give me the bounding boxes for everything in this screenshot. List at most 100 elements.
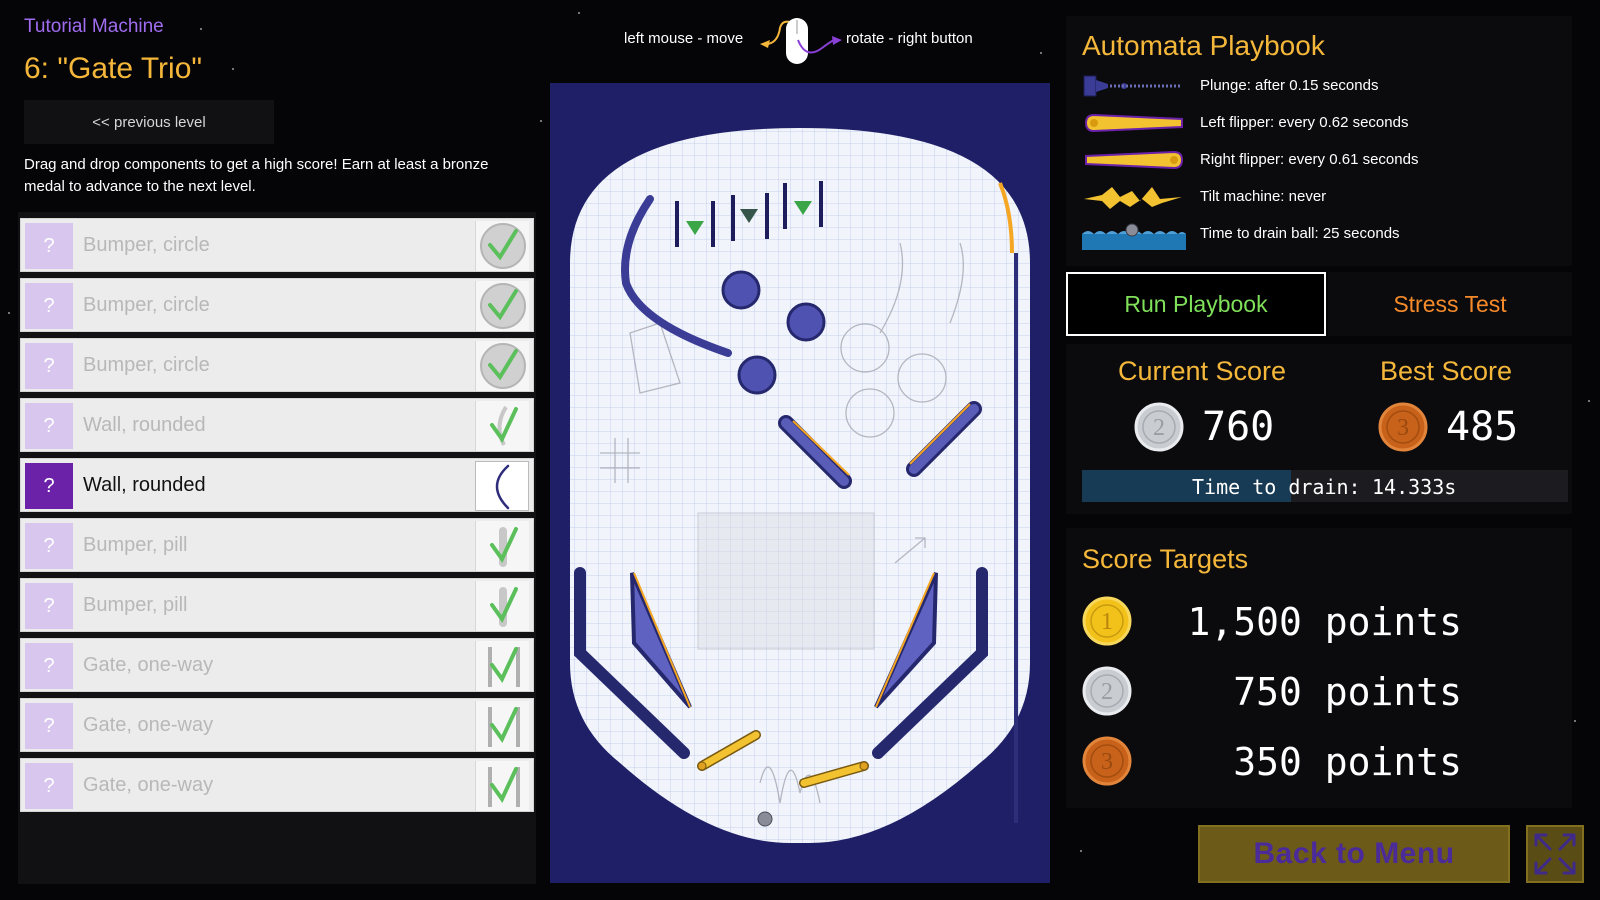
component-question-icon: ? (25, 763, 73, 809)
target-points: 350 points (1233, 740, 1462, 784)
automata-playbook: Automata Playbook Plunge: after 0.15 sec… (1066, 16, 1572, 266)
target-row-gold: 1 1,500 points (1082, 594, 1562, 648)
component-question-icon: ? (25, 703, 73, 749)
component-item[interactable]: ? Gate, one-way (20, 758, 534, 812)
score-targets-panel: Score Targets 1 1,500 points 2 750 point… (1066, 528, 1572, 808)
stress-test-button[interactable]: Stress Test (1328, 272, 1572, 336)
circle-bumper[interactable] (786, 302, 826, 342)
run-playbook-button[interactable]: Run Playbook (1066, 272, 1326, 336)
fullscreen-button[interactable] (1526, 825, 1584, 883)
component-item[interactable]: ? Gate, one-way (20, 698, 534, 752)
playbook-text: Tilt machine: never (1200, 188, 1327, 205)
bronze-medal-icon: 3 (1378, 402, 1428, 452)
best-score-label: Best Score (1380, 356, 1513, 386)
component-item[interactable]: ? Bumper, circle (20, 278, 534, 332)
left-flipper-icon (1082, 107, 1186, 139)
component-thumbnail (475, 521, 529, 571)
back-to-menu-button[interactable]: Back to Menu (1198, 825, 1510, 883)
component-thumbnail (475, 341, 529, 391)
gold-medal-icon: 1 (1082, 596, 1132, 646)
best-score-value: 485 (1446, 404, 1519, 450)
circle-bumper[interactable] (721, 270, 761, 310)
playbook-row-tilt: Tilt machine: never (1082, 181, 1562, 213)
check-icon (490, 527, 518, 567)
move-hint: left mouse - move (624, 30, 744, 47)
component-label: Bumper, pill (83, 534, 188, 556)
component-item[interactable]: ? Bumper, pill (20, 578, 534, 632)
bronze-medal-icon: 3 (1082, 736, 1132, 786)
target-points: 750 points (1233, 670, 1462, 714)
fullscreen-icon (1534, 833, 1576, 875)
component-item[interactable]: ? Bumper, pill (20, 518, 534, 572)
best-medal-rank: 3 (1397, 415, 1409, 441)
pinball-playfield[interactable] (550, 83, 1050, 883)
check-icon (488, 647, 520, 687)
component-question-icon: ? (25, 343, 73, 389)
current-score-label: Current Score (1118, 356, 1287, 386)
component-thumbnail[interactable] (475, 461, 529, 511)
target-medal-rank: 1 (1101, 609, 1113, 635)
component-item-selected[interactable]: ? Wall, rounded (20, 458, 534, 512)
check-icon (490, 587, 518, 627)
component-label: Wall, rounded (83, 414, 206, 436)
check-icon (480, 223, 526, 269)
check-icon (480, 283, 526, 329)
playbook-text: Right flipper: every 0.61 seconds (1200, 151, 1419, 168)
component-item[interactable]: ? Bumper, circle (20, 218, 534, 272)
playbook-row-right-flipper: Right flipper: every 0.61 seconds (1082, 144, 1562, 176)
pinball-board[interactable] (550, 83, 1050, 883)
playbook-row-drain: Time to drain ball: 25 seconds (1082, 218, 1562, 250)
component-label: Bumper, circle (83, 354, 210, 376)
target-medal-rank: 2 (1101, 679, 1113, 705)
machine-label: Tutorial Machine (24, 16, 164, 37)
playbook-title: Automata Playbook (1082, 30, 1325, 61)
component-question-icon: ? (25, 643, 73, 689)
silver-medal-icon: 2 (1134, 402, 1184, 452)
current-score-value: 760 (1202, 404, 1275, 450)
check-icon (488, 767, 520, 807)
plunger-icon (1082, 70, 1186, 102)
level-title: 6: "Gate Trio" (24, 52, 203, 85)
rotate-hint: rotate - right button (846, 30, 973, 47)
playbook-row-left-flipper: Left flipper: every 0.62 seconds (1082, 107, 1562, 139)
target-row-bronze: 3 350 points (1082, 734, 1562, 788)
right-flipper-icon (1082, 144, 1186, 176)
component-thumbnail (475, 641, 529, 691)
drain-icon (1082, 218, 1186, 250)
target-row-silver: 2 750 points (1082, 664, 1562, 718)
component-thumbnail (475, 581, 529, 631)
current-medal-rank: 2 (1153, 415, 1165, 441)
level-panel: Tutorial Machine 6: "Gate Trio" << previ… (16, 8, 536, 884)
component-item[interactable]: ? Bumper, circle (20, 338, 534, 392)
component-question-icon: ? (25, 403, 73, 449)
component-question-icon: ? (25, 463, 73, 509)
component-label: Bumper, pill (83, 594, 188, 616)
curved-wall-icon (495, 464, 510, 510)
drain-timer-bar: Time to drain: 14.333s (1082, 470, 1568, 502)
score-targets-title: Score Targets (1082, 544, 1249, 574)
component-question-icon: ? (25, 283, 73, 329)
component-label: Gate, one-way (83, 774, 214, 796)
component-thumbnail (475, 761, 529, 811)
playfield-surface (570, 128, 1030, 843)
check-icon (490, 405, 518, 446)
drain-timer-label: Time to drain: (1192, 475, 1361, 499)
previous-level-button[interactable]: << previous level (24, 100, 274, 144)
circle-bumper[interactable] (737, 355, 777, 395)
component-thumbnail (475, 701, 529, 751)
target-points: 1,500 points (1187, 600, 1462, 644)
component-item[interactable]: ? Wall, rounded (20, 398, 534, 452)
component-thumbnail (475, 401, 529, 451)
component-item[interactable]: ? Gate, one-way (20, 638, 534, 692)
playbook-row-plunge: Plunge: after 0.15 seconds (1082, 70, 1562, 102)
pinball-ball (757, 811, 773, 827)
tilt-icon (1082, 181, 1186, 213)
mouse-icon (756, 14, 846, 70)
component-label: Wall, rounded (83, 474, 206, 496)
check-icon (480, 343, 526, 389)
instructions-text: Drag and drop components to get a high s… (24, 156, 489, 195)
silver-medal-icon: 2 (1082, 666, 1132, 716)
component-thumbnail (475, 221, 529, 271)
component-question-icon: ? (25, 583, 73, 629)
playbook-text: Plunge: after 0.15 seconds (1200, 77, 1379, 94)
